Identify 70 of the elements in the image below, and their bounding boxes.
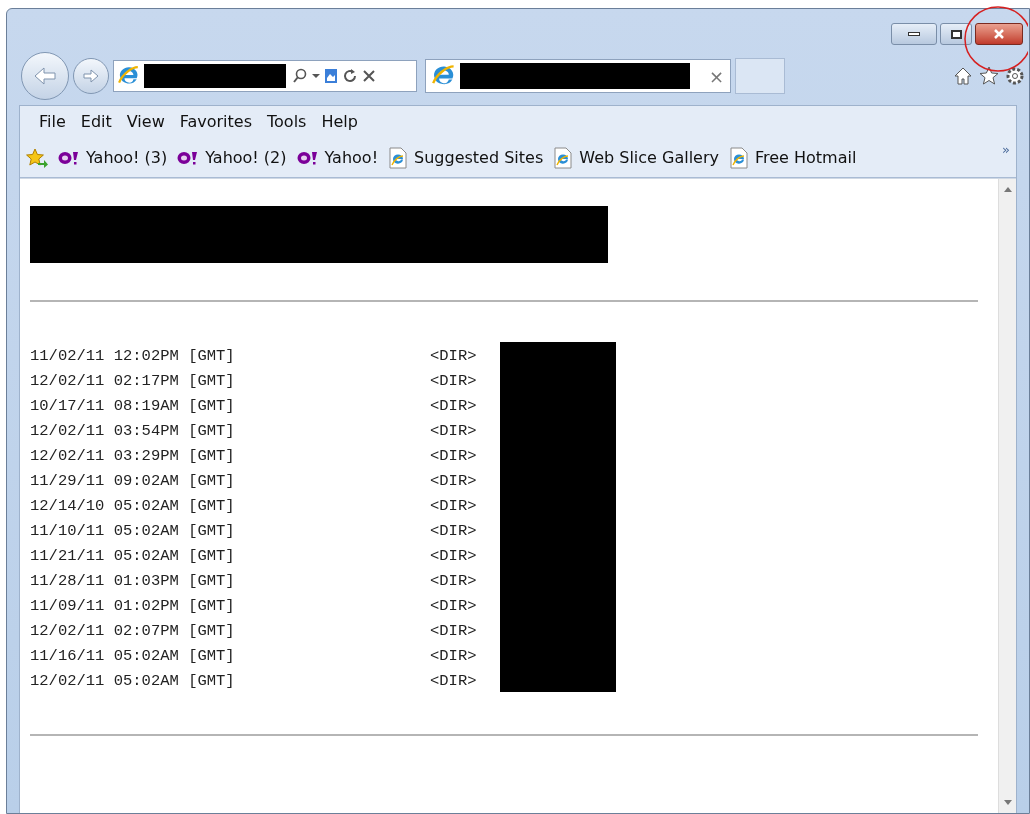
modified-date: 12/02/11 05:02AM [GMT] [30,671,236,692]
entry-type: <DIR> [430,496,478,517]
modified-date: 11/28/11 01:03PM [GMT] [30,571,236,592]
settings-icon[interactable] [1005,66,1025,86]
maximize-button[interactable] [940,23,972,45]
modified-date: 11/09/11 01:02PM [GMT] [30,596,236,617]
modified-date: 12/14/10 05:02AM [GMT] [30,496,236,517]
modified-date: 12/02/11 03:29PM [GMT] [30,446,236,467]
modified-date: 11/21/11 05:02AM [GMT] [30,546,236,567]
modified-date: 11/29/11 09:02AM [GMT] [30,471,236,492]
modified-date: 12/02/11 02:17PM [GMT] [30,371,236,392]
entry-type: <DIR> [430,571,478,592]
modified-date: 11/16/11 05:02AM [GMT] [30,646,236,667]
favorites-link[interactable]: Web Slice Gallery [553,145,719,170]
entry-type: <DIR> [430,671,478,692]
modified-date: 12/02/11 02:07PM [GMT] [30,621,236,642]
exclamation-logo-icon [177,150,200,165]
favorites-link[interactable]: Yahoo! (3) [58,145,168,170]
browser-tab[interactable]: × [425,59,731,93]
scroll-down-icon[interactable] [1003,800,1012,805]
back-button[interactable] [21,52,69,100]
entry-type: <DIR> [430,446,478,467]
page-icon [553,146,574,169]
favorites-link[interactable]: Free Hotmail [729,145,857,170]
entry-type: <DIR> [430,471,478,492]
refresh-icon [342,68,358,84]
entry-type: <DIR> [430,521,478,542]
entry-type: <DIR> [430,371,478,392]
forward-arrow-icon [82,68,100,84]
tab-close-button[interactable]: × [708,62,724,90]
entry-type: <DIR> [430,621,478,642]
modified-date: 12/02/11 03:54PM [GMT] [30,421,236,442]
minimize-button[interactable] [891,23,937,45]
favorites-link[interactable]: Yahoo! [296,145,379,170]
more-favorites-button[interactable]: » [1002,138,1010,160]
entry-type: <DIR> [430,596,478,617]
back-arrow-icon [33,66,57,86]
vertical-scrollbar[interactable] [998,179,1016,813]
forward-button[interactable] [73,58,109,94]
modified-date: 11/10/11 05:02AM [GMT] [30,521,236,542]
exclamation-logo-icon [296,150,319,165]
compatibility-icon [324,68,338,84]
menu-item[interactable]: Tools [262,110,312,134]
favorites-link[interactable]: Suggested Sites [388,145,544,170]
entry-type: <DIR> [430,396,478,417]
favorites-star-icon[interactable] [26,147,48,168]
entry-type: <DIR> [430,646,478,667]
entry-type: <DIR> [430,546,478,567]
page-icon [729,146,749,169]
home-icon[interactable] [953,66,973,86]
star-icon[interactable] [979,66,999,86]
entry-type: <DIR> [430,421,478,442]
search-icon [292,68,308,84]
stop-icon [362,69,376,83]
close-icon [993,29,1005,39]
menu-item[interactable]: File [34,110,71,134]
scroll-up-icon[interactable] [1003,187,1012,192]
menu-item[interactable]: View [121,110,170,134]
favorites-link[interactable]: Yahoo! (2) [177,145,287,170]
modified-date: 11/02/11 12:02PM [GMT] [30,346,236,367]
menu-item[interactable]: Favorites [174,110,257,134]
entry-type: <DIR> [430,346,478,367]
exclamation-logo-icon [58,150,80,165]
address-field[interactable] [113,60,417,92]
close-button[interactable] [975,23,1023,45]
menu-item[interactable]: Help [316,110,363,134]
dropdown-icon [312,73,320,79]
modified-date: 10/17/11 08:19AM [GMT] [30,396,236,417]
menu-item[interactable]: Edit [75,110,117,134]
page-icon [388,146,409,169]
